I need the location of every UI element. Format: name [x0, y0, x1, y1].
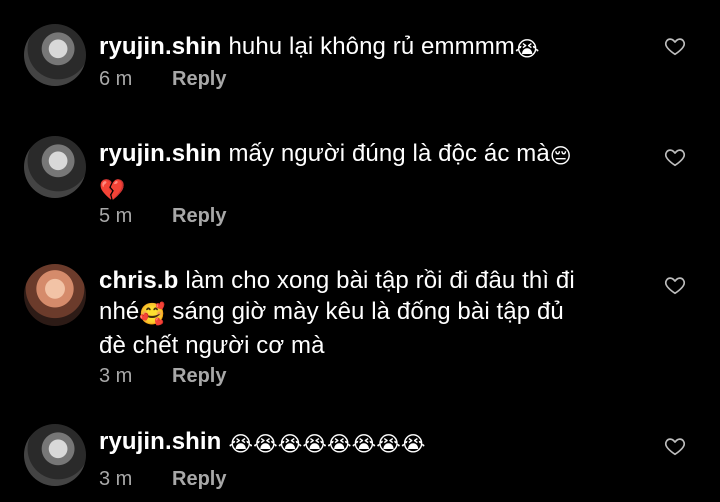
- avatar[interactable]: [24, 264, 86, 326]
- reply-button[interactable]: Reply: [172, 68, 226, 90]
- comment-emoji: 😔: [549, 145, 572, 168]
- avatar[interactable]: [24, 424, 86, 486]
- heart-outline-icon[interactable]: [664, 435, 686, 457]
- reply-button[interactable]: Reply: [172, 365, 226, 387]
- comment-text: sáng giờ mày kêu là đống bài tập đủ: [165, 298, 564, 325]
- comment-text: nhé: [99, 298, 140, 325]
- comment-meta: 3 m Reply: [99, 365, 226, 388]
- comment-text: mấy người đúng là độc ác mà: [228, 140, 550, 167]
- comment-text: huhu lại không rủ emmmm: [228, 33, 515, 60]
- comment-username[interactable]: ryujin.shin: [99, 140, 221, 167]
- comment-text-block: chris.b làm cho xong bài tập rồi đi đâu t…: [99, 265, 639, 361]
- reply-button[interactable]: Reply: [172, 468, 226, 490]
- comment-text-block: ryujin.shin mấy người đúng là độc ác mà😔 …: [99, 138, 639, 206]
- comment-text-block: ryujin.shin 😭😭😭😭😭😭😭😭: [99, 426, 639, 460]
- comment-username[interactable]: ryujin.shin: [99, 33, 221, 60]
- comment-meta: 5 m Reply: [99, 205, 226, 228]
- comment-meta: 6 m Reply: [99, 68, 226, 91]
- comment-meta: 3 m Reply: [99, 468, 226, 491]
- comment-text: làm cho xong bài tập rồi đi đâu thì đi: [185, 267, 575, 294]
- reply-button[interactable]: Reply: [172, 205, 226, 227]
- comment-timestamp: 3 m: [99, 468, 133, 490]
- comment-emoji: 🥰: [139, 303, 166, 326]
- comment-timestamp: 5 m: [99, 205, 133, 227]
- comment-text-block: ryujin.shin huhu lại không rủ emmmm😭: [99, 31, 639, 65]
- heart-outline-icon[interactable]: [664, 146, 686, 168]
- comment-emoji: 😭: [514, 38, 540, 61]
- heart-outline-icon[interactable]: [664, 35, 686, 57]
- comment-username[interactable]: ryujin.shin: [99, 428, 221, 455]
- comment-text: đè chết người cơ mà: [99, 332, 325, 359]
- heart-outline-icon[interactable]: [664, 274, 686, 296]
- comment-username[interactable]: chris.b: [99, 267, 178, 294]
- avatar[interactable]: [24, 24, 86, 86]
- avatar[interactable]: [24, 136, 86, 198]
- comment-timestamp: 3 m: [99, 365, 133, 387]
- comment-timestamp: 6 m: [99, 68, 133, 90]
- comment-emoji: 💔: [99, 179, 126, 202]
- comment-emoji: 😭😭😭😭😭😭😭😭: [228, 433, 426, 456]
